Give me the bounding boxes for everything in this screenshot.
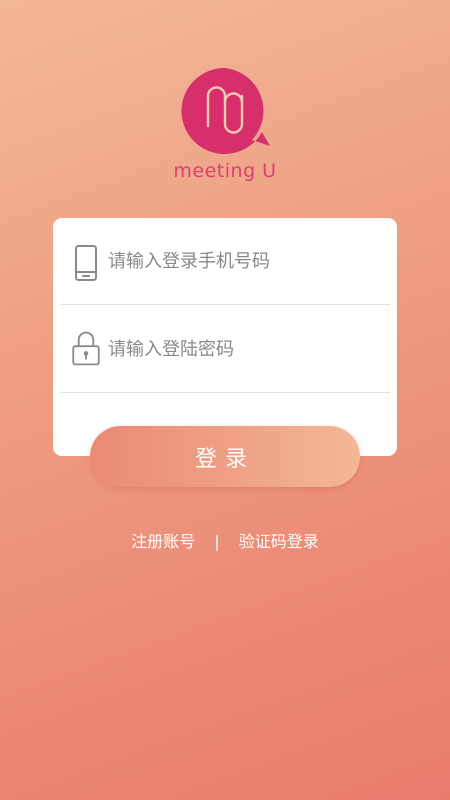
- mu-logo-icon: [181, 67, 270, 154]
- lock-icon: [72, 331, 100, 366]
- phone-field: [60, 218, 390, 305]
- login-card: [53, 218, 397, 456]
- login-button[interactable]: 登录: [90, 426, 360, 487]
- password-field: [60, 306, 390, 393]
- link-separator: |: [214, 532, 220, 551]
- phone-input[interactable]: [108, 218, 390, 304]
- brand-name: meeting U: [173, 160, 277, 182]
- password-input[interactable]: [108, 306, 390, 392]
- sms-login-link[interactable]: 验证码登录: [239, 532, 319, 551]
- register-link[interactable]: 注册账号: [131, 532, 195, 551]
- phone-icon: [75, 245, 97, 281]
- app-logo: [178, 64, 272, 158]
- auth-links: 注册账号 | 验证码登录: [0, 528, 450, 552]
